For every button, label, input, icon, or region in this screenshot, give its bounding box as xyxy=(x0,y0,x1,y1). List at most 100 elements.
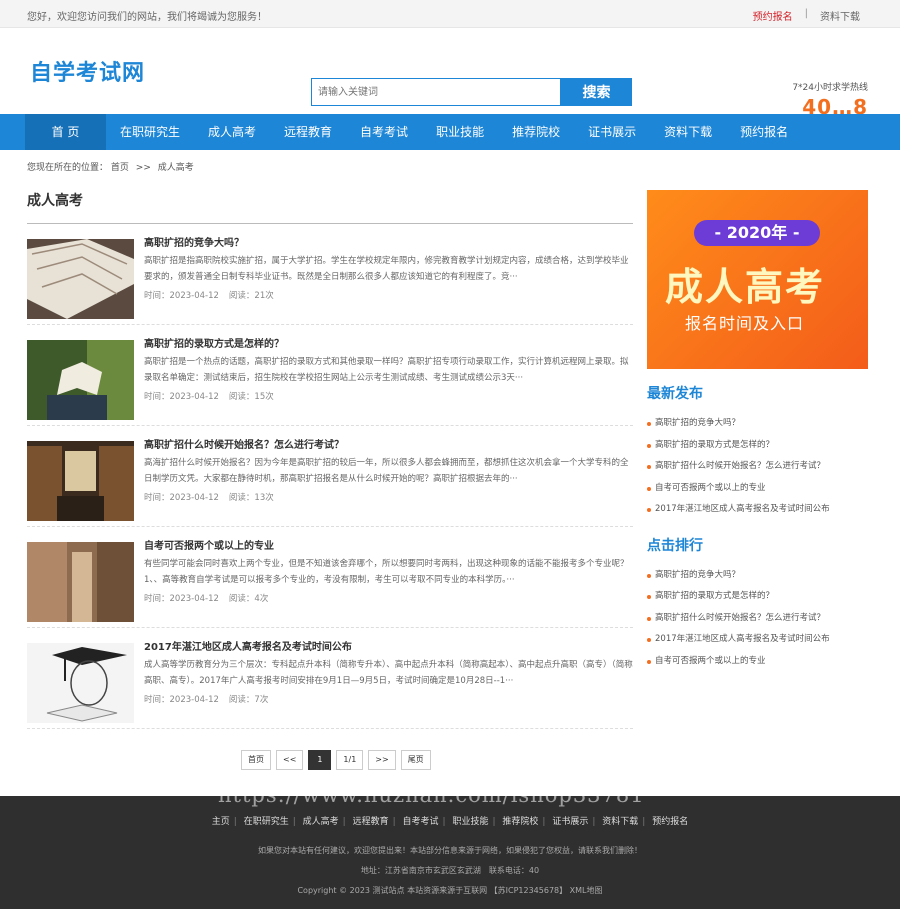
footer-notice: 如果您对本站有任何建议，欢迎您提出来！本站部分信息来源于网络，如果侵犯了您权益，… xyxy=(258,846,642,855)
article-summary: 高海扩招什么时候开始报名？因为今年是高职扩招的较后一年，所以很多人都会蜂拥而至，… xyxy=(144,458,629,484)
article-item[interactable]: 高职扩招的竞争大吗？ 高职扩招是指高职院校实施扩招，属于大学扩招。学生在学校规定… xyxy=(27,224,633,325)
site-logo[interactable]: 自学考试网 xyxy=(30,55,145,87)
article-date: 时间：2023-04-12 xyxy=(144,594,219,604)
article-date: 时间：2023-04-12 xyxy=(144,695,219,705)
pager-total: 1/1 xyxy=(336,750,364,770)
footer-link[interactable]: 在职研究生 xyxy=(244,817,289,827)
footer-link[interactable]: 主页 xyxy=(212,817,230,827)
article-summary: 成人高等学历教育分为三个层次：专科起点升本科（简称专升本）、高中起点升本科（简称… xyxy=(144,660,633,686)
promo-banner[interactable]: - 2020年 - 成人高考 报名时间及入口 xyxy=(647,190,868,369)
footer-nav: 主页 | 在职研究生 | 成人高考 | 远程教育 | 自考考试 | 职业技能 | 推荐院校 |… xyxy=(211,817,689,827)
footer-link[interactable]: 自考考试 xyxy=(403,817,439,827)
footer-link[interactable]: 远程教育 xyxy=(353,817,389,827)
article-thumbnail-bookshelf[interactable] xyxy=(27,542,134,622)
search-button[interactable]: 搜索 xyxy=(561,78,632,106)
footer-address: 地址：江苏省南京市玄武区玄武湖 联系电话：40 xyxy=(360,866,540,875)
footer-link[interactable]: 资料下载 xyxy=(602,817,638,827)
footer-link[interactable]: 预约报名 xyxy=(652,817,688,827)
pager-prev[interactable]: << xyxy=(276,750,304,770)
article-title[interactable]: 高职扩招什么时候开始报名？怎么进行考试？ xyxy=(144,436,344,451)
header: 自学考试网 搜索 7*24小时求学热线 40…8 xyxy=(0,28,900,119)
article-title[interactable]: 2017年湛江地区成人高考报名及考试时间公布 xyxy=(144,638,352,653)
article-meta: 时间：2023-04-12 阅读：13次 xyxy=(144,491,284,503)
hotline-label: 7*24小时求学热线 xyxy=(792,83,868,93)
section-heading: 成人高考 xyxy=(27,185,633,224)
breadcrumb-home[interactable]: 首页 xyxy=(111,163,129,173)
pager-last[interactable]: 尾页 xyxy=(400,750,431,770)
ranking-item[interactable]: 高职扩招的录取方式是怎样的？ xyxy=(647,586,868,608)
ranking-item[interactable]: 2017年湛江地区成人高考报名及考试时间公布 xyxy=(647,629,868,651)
latest-heading: 最新发布 xyxy=(647,386,703,402)
article-thumbnail-graduation[interactable] xyxy=(27,643,134,723)
article-item[interactable]: 自考可否报两个或以上的专业 有些同学可能会同时喜欢上两个专业，但是不知道该舍弃哪… xyxy=(27,527,633,628)
nav-item-adult-exam[interactable]: 成人高考 xyxy=(194,114,270,150)
breadcrumb-prefix: 您现在所在的位置： xyxy=(27,163,109,173)
nav-item-schools[interactable]: 推荐院校 xyxy=(498,114,574,150)
search-input[interactable] xyxy=(311,78,561,106)
breadcrumb-arrow: >> xyxy=(135,163,151,173)
latest-item[interactable]: 高职扩招什么时候开始报名？怎么进行考试？ xyxy=(647,456,868,478)
article-title[interactable]: 高职扩招的竞争大吗？ xyxy=(144,234,244,249)
article-thumbnail-library[interactable] xyxy=(27,441,134,521)
welcome-text: 您好，欢迎您访问我们的网站，我们将竭诚为您服务！ xyxy=(27,12,267,23)
footer-link[interactable]: 成人高考 xyxy=(303,817,339,827)
article-title[interactable]: 自考可否报两个或以上的专业 xyxy=(144,537,274,552)
latest-list: 高职扩招的竞争大吗？ 高职扩招的录取方式是怎样的？ 高职扩招什么时候开始报名？怎… xyxy=(647,413,868,521)
footer-link[interactable]: 职业技能 xyxy=(452,817,488,827)
main-nav: 首 页 在职研究生 成人高考 远程教育 自考考试 职业技能 推荐院校 证书展示 … xyxy=(0,114,900,150)
top-link-download[interactable]: 资料下载 xyxy=(820,8,860,23)
latest-item[interactable]: 高职扩招的竞争大吗？ xyxy=(647,413,868,435)
article-summary: 有些同学可能会同时喜欢上两个专业，但是不知道该舍弃哪个，所以想要同时考两科，出现… xyxy=(144,559,629,585)
article-views: 阅读：4次 xyxy=(228,594,269,604)
top-links: 预约报名 | 资料下载 xyxy=(753,8,860,23)
article-summary: 高职扩招是指高职院校实施扩招，属于大学扩招。学生在学校规定年限内，修完教育教学计… xyxy=(144,256,629,282)
pager-current[interactable]: 1 xyxy=(308,750,332,770)
article-date: 时间：2023-04-12 xyxy=(144,291,219,301)
search-bar: 搜索 xyxy=(311,78,632,106)
nav-item-home[interactable]: 首 页 xyxy=(25,114,106,150)
nav-item-vocational[interactable]: 职业技能 xyxy=(422,114,498,150)
banner-subtitle: 报名时间及入口 xyxy=(685,314,805,333)
article-item[interactable]: 高职扩招什么时候开始报名？怎么进行考试？ 高海扩招什么时候开始报名？因为今年是高… xyxy=(27,426,633,527)
article-thumbnail-books[interactable] xyxy=(27,239,134,319)
breadcrumb-current[interactable]: 成人高考 xyxy=(158,163,194,173)
article-views: 阅读：7次 xyxy=(228,695,269,705)
banner-year: - 2020年 - xyxy=(694,220,820,246)
article-meta: 时间：2023-04-12 阅读：4次 xyxy=(144,592,278,604)
article-list-section: 成人高考 高职扩招的竞争大吗？ 高职扩招是指高职院校实施扩招，属于大学扩招。学生… xyxy=(27,185,633,729)
footer-link[interactable]: 证书展示 xyxy=(552,817,588,827)
ranking-list: 高职扩招的竞争大吗？ 高职扩招的录取方式是怎样的？ 高职扩招什么时候开始报名？怎… xyxy=(647,565,868,673)
latest-item[interactable]: 2017年湛江地区成人高考报名及考试时间公布 xyxy=(647,499,868,521)
latest-item[interactable]: 高职扩招的录取方式是怎样的？ xyxy=(647,435,868,457)
top-bar: 您好，欢迎您访问我们的网站，我们将竭诚为您服务！ 预约报名 | 资料下载 xyxy=(0,0,900,28)
footer-link[interactable]: 推荐院校 xyxy=(502,817,538,827)
article-meta: 时间：2023-04-12 阅读：21次 xyxy=(144,289,284,301)
breadcrumb: 您现在所在的位置： 首页 >> 成人高考 xyxy=(27,160,194,173)
nav-item-graduate[interactable]: 在职研究生 xyxy=(106,114,194,150)
ranking-heading: 点击排行 xyxy=(647,537,703,554)
article-meta: 时间：2023-04-12 阅读：15次 xyxy=(144,390,284,402)
nav-item-self-exam[interactable]: 自考考试 xyxy=(346,114,422,150)
nav-item-distance-edu[interactable]: 远程教育 xyxy=(270,114,346,150)
article-thumbnail-reading[interactable] xyxy=(27,340,134,420)
article-title[interactable]: 高职扩招的录取方式是怎样的？ xyxy=(144,335,284,350)
pager-next[interactable]: >> xyxy=(368,750,396,770)
article-views: 阅读：21次 xyxy=(228,291,274,301)
sidebar: - 2020年 - 成人高考 报名时间及入口 最新发布 高职扩招的竞争大吗？ 高… xyxy=(647,190,868,672)
nav-item-downloads[interactable]: 资料下载 xyxy=(650,114,726,150)
article-item[interactable]: 2017年湛江地区成人高考报名及考试时间公布 成人高等学历教育分为三个层次：专科… xyxy=(27,628,633,729)
ranking-item[interactable]: 高职扩招什么时候开始报名？怎么进行考试？ xyxy=(647,608,868,630)
nav-item-signup[interactable]: 预约报名 xyxy=(726,114,802,150)
latest-item[interactable]: 自考可否报两个或以上的专业 xyxy=(647,478,868,500)
pager-first[interactable]: 首页 xyxy=(241,750,271,770)
nav-item-certificates[interactable]: 证书展示 xyxy=(574,114,650,150)
article-views: 阅读：13次 xyxy=(228,493,274,503)
ranking-item[interactable]: 自考可否报两个或以上的专业 xyxy=(647,651,868,673)
article-item[interactable]: 高职扩招的录取方式是怎样的？ 高职扩招是一个热点的话题，高职扩招的录取方式和其他… xyxy=(27,325,633,426)
article-date: 时间：2023-04-12 xyxy=(144,493,219,503)
top-link-signup[interactable]: 预约报名 xyxy=(753,8,793,23)
article-summary: 高职扩招是一个热点的话题，高职扩招的录取方式和其他录取一样吗？高职扩招专项行动录… xyxy=(144,357,629,383)
article-date: 时间：2023-04-12 xyxy=(144,392,219,402)
pagination: 首页 << 1 1/1 >> 尾页 xyxy=(241,750,431,770)
ranking-item[interactable]: 高职扩招的竞争大吗？ xyxy=(647,565,868,587)
